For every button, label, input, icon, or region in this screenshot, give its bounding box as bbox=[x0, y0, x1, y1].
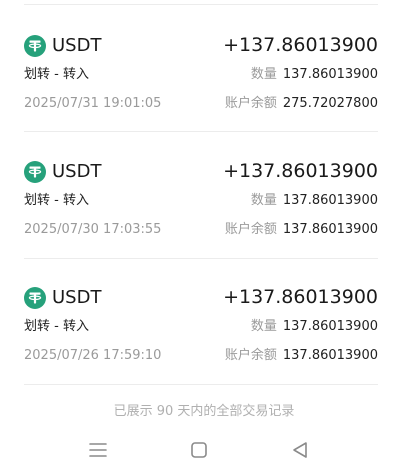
quantity-value: 137.86013900 bbox=[282, 193, 378, 208]
balance-value: 137.86013900 bbox=[282, 348, 378, 363]
divider bbox=[24, 384, 378, 385]
balance-row: 账户余额 137.86013900 bbox=[225, 347, 378, 365]
menu-icon[interactable] bbox=[86, 438, 110, 462]
balance-label: 账户余额 bbox=[224, 348, 277, 363]
transaction-type: 划转 - 转入 bbox=[24, 319, 89, 334]
quantity-label: 数量 bbox=[250, 193, 277, 208]
system-navigation-bar bbox=[0, 432, 408, 466]
transaction-amount: +137.86013900 bbox=[223, 34, 378, 56]
balance-row: 账户余额 137.86013900 bbox=[225, 221, 378, 239]
quantity-row: 数量 137.86013900 bbox=[251, 318, 378, 336]
transaction-timestamp: 2025/07/26 17:59:10 bbox=[24, 348, 162, 363]
quantity-row: 数量 137.86013900 bbox=[251, 192, 378, 210]
tether-icon bbox=[24, 287, 46, 309]
home-square-icon[interactable] bbox=[187, 438, 211, 462]
transaction-type: 划转 - 转入 bbox=[24, 67, 89, 82]
transaction-history-page: USDT +137.86013900 划转 - 转入 2025/07/31 19… bbox=[0, 0, 408, 466]
balance-value: 137.86013900 bbox=[282, 222, 378, 237]
transaction-timestamp: 2025/07/31 19:01:05 bbox=[24, 96, 162, 111]
transaction-amount: +137.86013900 bbox=[223, 160, 378, 182]
transaction-item[interactable]: USDT +137.86013900 划转 - 转入 2025/07/31 19… bbox=[0, 0, 408, 126]
quantity-label: 数量 bbox=[250, 319, 277, 334]
balance-row: 账户余额 275.72027800 bbox=[225, 95, 378, 113]
back-triangle-icon[interactable] bbox=[288, 438, 312, 462]
transaction-item[interactable]: USDT +137.86013900 划转 - 转入 2025/07/30 17… bbox=[0, 126, 408, 252]
tether-icon bbox=[24, 35, 46, 57]
balance-label: 账户余额 bbox=[224, 222, 277, 237]
asset-name: USDT bbox=[52, 161, 102, 182]
quantity-value: 137.86013900 bbox=[282, 67, 378, 82]
transaction-amount: +137.86013900 bbox=[223, 286, 378, 308]
quantity-label: 数量 bbox=[250, 67, 277, 82]
transaction-item[interactable]: USDT +137.86013900 划转 - 转入 2025/07/26 17… bbox=[0, 252, 408, 378]
asset-name: USDT bbox=[52, 35, 102, 56]
history-range-note: 已展示 90 天内的全部交易记录 bbox=[113, 404, 295, 419]
quantity-row: 数量 137.86013900 bbox=[251, 66, 378, 84]
quantity-value: 137.86013900 bbox=[282, 319, 378, 334]
transaction-timestamp: 2025/07/30 17:03:55 bbox=[24, 222, 162, 237]
balance-label: 账户余额 bbox=[224, 96, 277, 111]
asset-name: USDT bbox=[52, 287, 102, 308]
tether-icon bbox=[24, 161, 46, 183]
transaction-type: 划转 - 转入 bbox=[24, 193, 89, 208]
balance-value: 275.72027800 bbox=[282, 96, 378, 111]
